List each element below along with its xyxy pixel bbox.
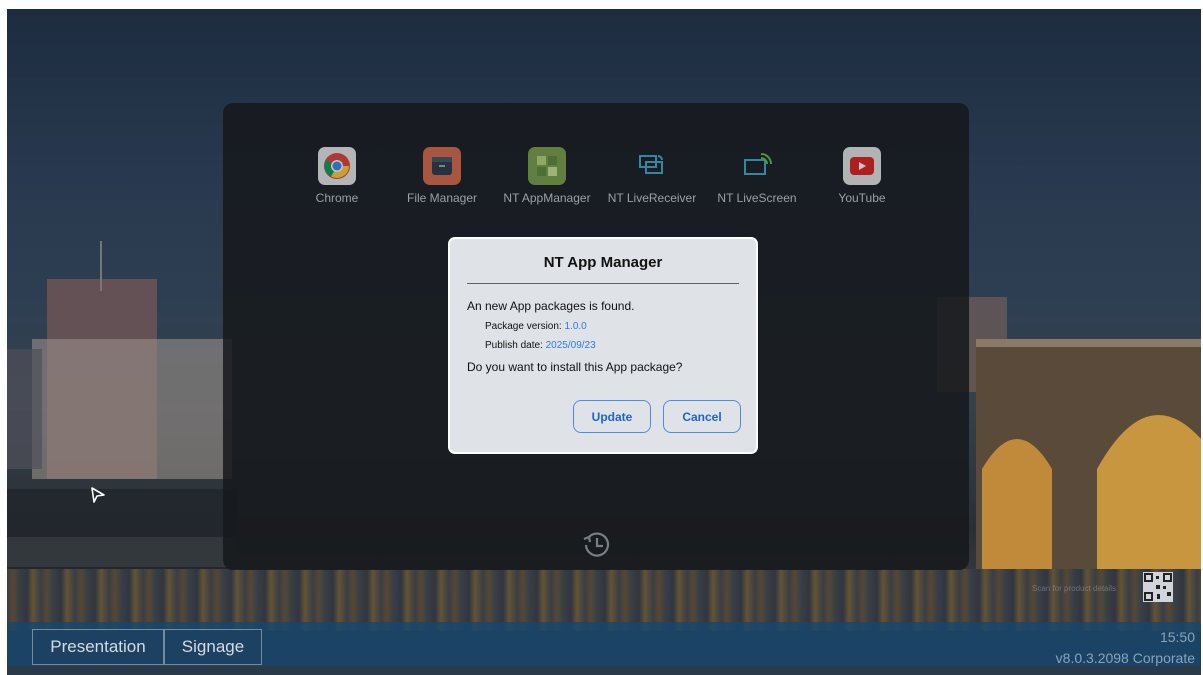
live-receiver-icon — [633, 147, 671, 185]
app-nt-livereceiver[interactable]: NT LiveReceiver — [597, 147, 707, 205]
app-chrome[interactable]: Chrome — [282, 147, 392, 205]
history-icon[interactable] — [578, 527, 614, 563]
live-screen-icon — [738, 147, 776, 185]
app-file-manager[interactable]: File Manager — [387, 147, 497, 205]
signage-button[interactable]: Signage — [164, 629, 262, 665]
publish-date-value: 2025/09/23 — [545, 340, 596, 351]
dialog-question: Do you want to install this App package? — [467, 360, 683, 374]
publish-date-label: Publish date: — [485, 340, 546, 351]
cursor-icon — [91, 487, 105, 503]
app-label: NT LiveScreen — [717, 191, 797, 205]
dialog-divider — [467, 283, 739, 284]
dialog-message: An new App packages is found. — [467, 299, 635, 313]
youtube-icon — [843, 147, 881, 185]
app-label: File Manager — [406, 191, 478, 205]
dialog-body: NT App Manager An new App packages is fo… — [450, 239, 756, 452]
package-version: Package version: 1.0.0 — [485, 321, 587, 332]
package-version-value: 1.0.0 — [564, 321, 587, 332]
cancel-button[interactable]: Cancel — [663, 400, 741, 433]
qr-code-icon[interactable] — [1143, 572, 1173, 602]
update-dialog: NT App Manager An new App packages is fo… — [448, 237, 758, 454]
app-youtube[interactable]: YouTube — [807, 147, 917, 205]
presentation-button[interactable]: Presentation — [32, 629, 164, 665]
app-nt-livescreen[interactable]: NT LiveScreen — [702, 147, 812, 205]
app-label: NT AppManager — [503, 191, 591, 205]
dialog-title: NT App Manager — [543, 254, 663, 271]
chrome-icon — [318, 147, 356, 185]
file-manager-icon — [423, 147, 461, 185]
package-version-label: Package version: — [485, 321, 565, 332]
app-manager-icon — [528, 147, 566, 185]
update-button[interactable]: Update — [573, 400, 651, 433]
app-label: Chrome — [315, 191, 359, 205]
publish-date: Publish date: 2025/09/23 — [485, 340, 596, 351]
version-label: v8.0.3.2098 Corporate — [1055, 650, 1195, 666]
app-nt-appmanager[interactable]: NT AppManager — [492, 147, 602, 205]
app-label: NT LiveReceiver — [607, 191, 697, 205]
clock: 15:50 — [1159, 629, 1195, 645]
qr-label: Scan for product details — [1032, 584, 1117, 593]
app-label: YouTube — [838, 191, 886, 205]
